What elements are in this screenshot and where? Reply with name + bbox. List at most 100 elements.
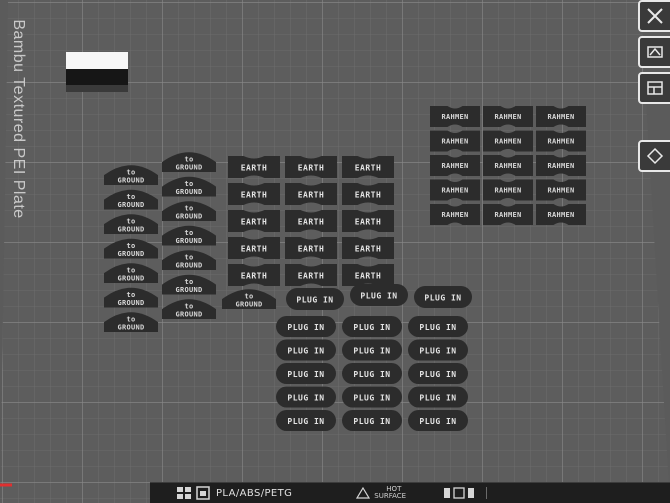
- part-text: RAHMEN: [547, 187, 574, 195]
- part-earth-token[interactable]: EARTH: [342, 237, 394, 259]
- part-earth-token[interactable]: EARTH: [342, 183, 394, 205]
- part-earth-token[interactable]: EARTH: [228, 237, 280, 259]
- part-text: PLUG IN: [287, 323, 324, 332]
- part-text: to: [184, 180, 193, 188]
- part-plug-token[interactable]: PLUG IN: [350, 284, 408, 306]
- part-frame-token[interactable]: RAHMEN: [536, 204, 586, 225]
- part-plug-token[interactable]: PLUG IN: [408, 410, 468, 431]
- part-earth-token[interactable]: EARTH: [285, 237, 337, 259]
- part-frame-token[interactable]: RAHMEN: [536, 106, 586, 127]
- part-frame-token[interactable]: RAHMEN: [430, 155, 480, 176]
- part-earth-token[interactable]: EARTH: [285, 183, 337, 205]
- part-earth-token[interactable]: EARTH: [342, 264, 394, 286]
- hot-surface-warning: HOT SURFACE: [374, 485, 407, 500]
- part-earth-token[interactable]: EARTH: [285, 264, 337, 286]
- part-text: EARTH: [355, 245, 382, 254]
- part-frame-token[interactable]: RAHMEN: [483, 204, 533, 225]
- part-text: to: [184, 155, 193, 163]
- part-text: RAHMEN: [441, 138, 468, 146]
- part-frame-token[interactable]: RAHMEN: [430, 179, 480, 201]
- part-plug-token[interactable]: PLUG IN: [408, 339, 468, 361]
- arrange-icon: [647, 46, 663, 58]
- part-text: PLUG IN: [287, 417, 324, 426]
- part-text: GROUND: [117, 299, 144, 307]
- orient-icon: [646, 147, 664, 165]
- part-frame-token[interactable]: RAHMEN: [483, 106, 533, 127]
- part-text: PLUG IN: [360, 292, 397, 301]
- layout-button[interactable]: [638, 72, 670, 104]
- layout-icon: [647, 81, 663, 95]
- part-text: PLUG IN: [353, 346, 390, 355]
- 3d-viewport[interactable]: to GROUND to GROUND to GROUND to GROUND to GROUND…: [0, 0, 670, 503]
- part-earth-token[interactable]: EARTH: [228, 183, 280, 205]
- axis-origin-marker: [0, 483, 12, 487]
- part-plug-token[interactable]: PLUG IN: [408, 363, 468, 384]
- slice-plate-icon[interactable]: [176, 486, 192, 500]
- part-frame-token[interactable]: RAHMEN: [430, 130, 480, 152]
- part-earth-token[interactable]: EARTH: [228, 210, 280, 232]
- filament-type-label: PLA/ABS/PETG: [216, 487, 293, 499]
- close-button[interactable]: [638, 0, 670, 32]
- part-text: GROUND: [235, 300, 262, 308]
- part-text: EARTH: [355, 164, 382, 173]
- plate-settings-icon[interactable]: [196, 486, 210, 500]
- part-plug-token[interactable]: PLUG IN: [342, 386, 402, 408]
- part-plug-token[interactable]: PLUG IN: [276, 363, 336, 384]
- part-text: EARTH: [355, 218, 382, 227]
- arrange-button[interactable]: [638, 36, 670, 68]
- part-plug-token[interactable]: PLUG IN: [342, 410, 402, 431]
- part-text: PLUG IN: [419, 346, 456, 355]
- part-earth-token[interactable]: EARTH: [285, 210, 337, 232]
- part-text: GROUND: [117, 201, 144, 209]
- part-text: GROUND: [117, 225, 144, 233]
- part-earth-token[interactable]: EARTH: [342, 210, 394, 232]
- part-plug-token[interactable]: PLUG IN: [342, 339, 402, 361]
- part-text: PLUG IN: [296, 296, 333, 305]
- part-plug-token[interactable]: PLUG IN: [342, 363, 402, 384]
- part-plug-token[interactable]: PLUG IN: [408, 386, 468, 408]
- part-frame-token[interactable]: RAHMEN: [536, 130, 586, 152]
- part-frame-token[interactable]: RAHMEN: [483, 179, 533, 201]
- part-earth-token[interactable]: EARTH: [342, 156, 394, 178]
- part-frame-token[interactable]: RAHMEN: [536, 179, 586, 201]
- part-frame-token[interactable]: RAHMEN: [483, 155, 533, 176]
- part-text: to: [126, 217, 135, 225]
- part-plug-token[interactable]: PLUG IN: [414, 286, 472, 308]
- part-text: GROUND: [117, 250, 144, 258]
- part-plug-token[interactable]: PLUG IN: [276, 410, 336, 431]
- part-earth-token[interactable]: EARTH: [228, 156, 280, 178]
- part-plug-token[interactable]: PLUG IN: [342, 316, 402, 337]
- part-text: EARTH: [241, 164, 268, 173]
- part-plug-token[interactable]: PLUG IN: [276, 386, 336, 408]
- plate-type-label: Bambu Textured PEI Plate: [10, 19, 27, 219]
- part-text: PLUG IN: [419, 323, 456, 332]
- part-text: to: [184, 229, 193, 237]
- part-plug-token[interactable]: PLUG IN: [286, 288, 344, 310]
- part-frame-token[interactable]: RAHMEN: [483, 130, 533, 152]
- part-text: EARTH: [298, 191, 325, 200]
- part-frame-token[interactable]: RAHMEN: [430, 106, 480, 127]
- part-text: EARTH: [241, 245, 268, 254]
- part-text: PLUG IN: [287, 346, 324, 355]
- part-text: GROUND: [175, 237, 202, 245]
- part-text: RAHMEN: [441, 113, 468, 121]
- part-text: GROUND: [117, 176, 144, 184]
- part-text: EARTH: [241, 218, 268, 227]
- part-text: PLUG IN: [353, 370, 390, 379]
- part-plug-token[interactable]: PLUG IN: [276, 339, 336, 361]
- part-text: RAHMEN: [494, 113, 521, 121]
- orient-button[interactable]: [638, 140, 670, 172]
- close-icon: [647, 8, 663, 24]
- part-plug-token[interactable]: PLUG IN: [408, 316, 468, 337]
- part-plug-token[interactable]: PLUG IN: [276, 316, 336, 337]
- part-text: GROUND: [175, 163, 202, 171]
- part-frame-token[interactable]: RAHMEN: [430, 204, 480, 225]
- part-text: RAHMEN: [441, 162, 468, 170]
- prime-tower[interactable]: [66, 52, 128, 92]
- part-frame-token[interactable]: RAHMEN: [536, 155, 586, 176]
- part-text: to: [126, 291, 135, 299]
- part-earth-token[interactable]: EARTH: [228, 264, 280, 286]
- part-earth-token[interactable]: EARTH: [285, 156, 337, 178]
- part-text: EARTH: [298, 245, 325, 254]
- part-text: PLUG IN: [353, 323, 390, 332]
